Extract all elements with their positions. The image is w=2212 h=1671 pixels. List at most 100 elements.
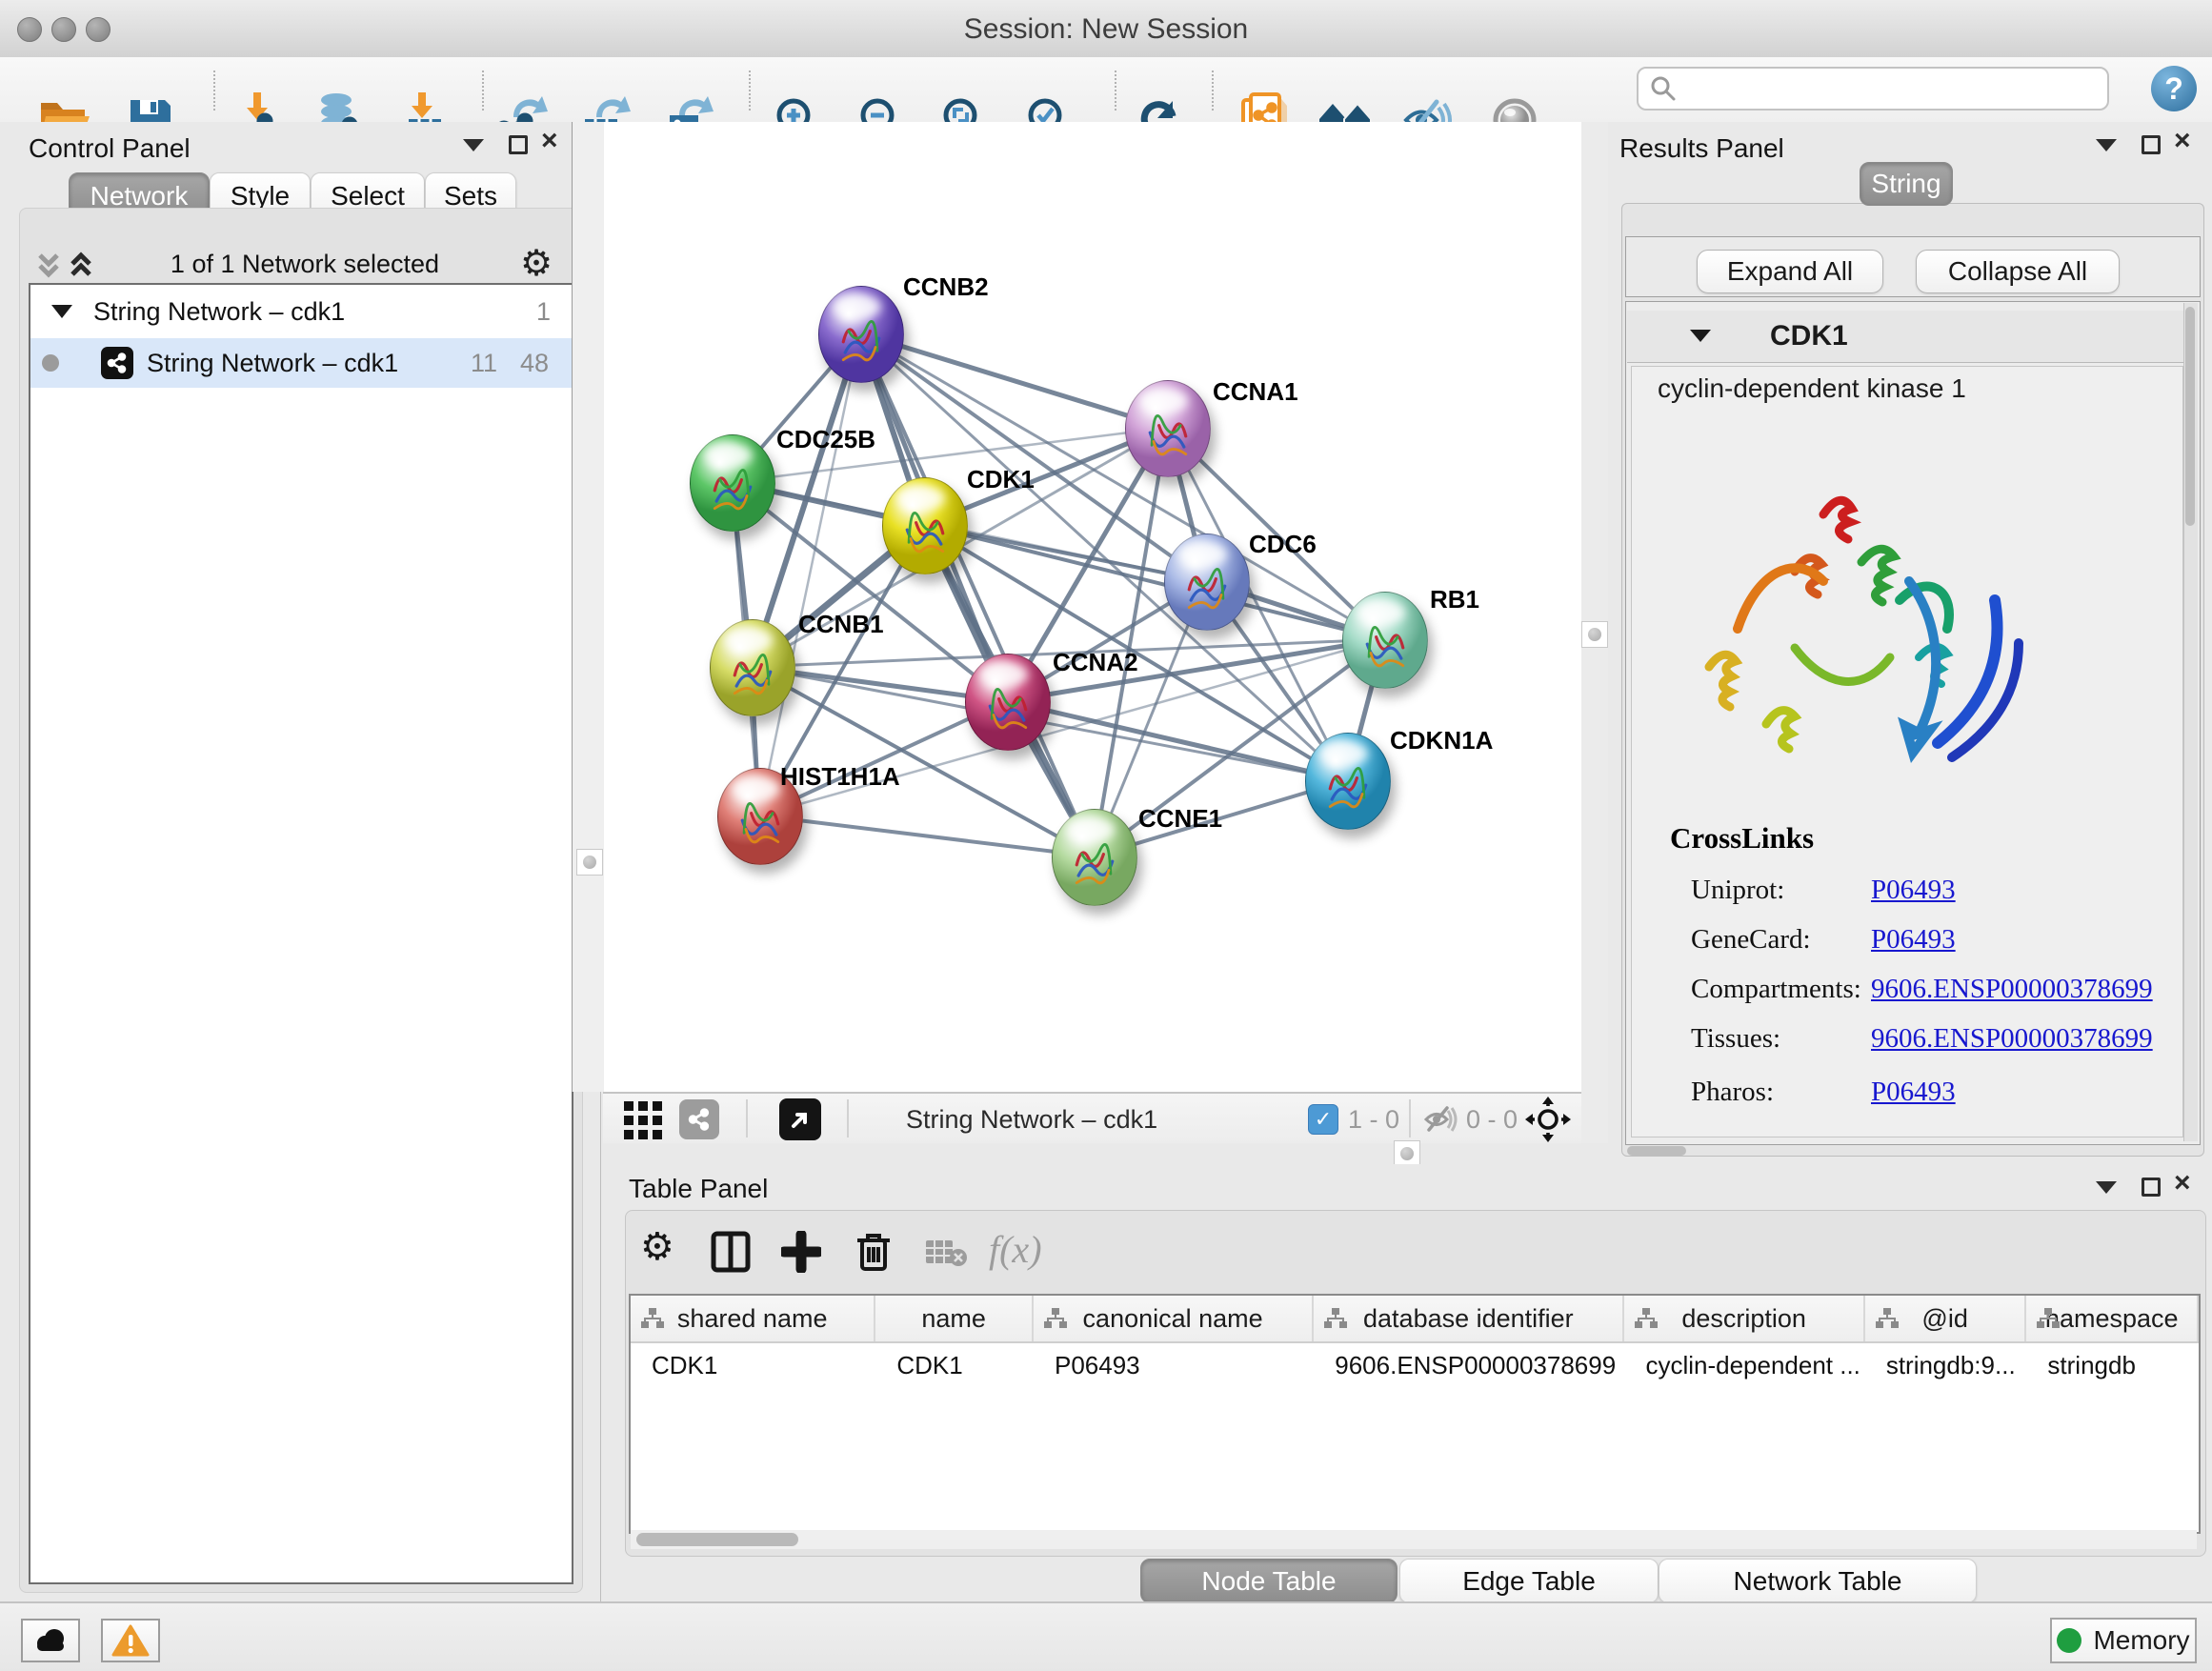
network-options-gear-icon[interactable]: ⚙ bbox=[520, 242, 553, 284]
scrollbar-thumb[interactable] bbox=[636, 1533, 798, 1546]
network-node-CDK1[interactable] bbox=[882, 477, 968, 574]
string-share-button[interactable] bbox=[679, 1099, 719, 1139]
add-column-icon[interactable] bbox=[781, 1231, 821, 1273]
gene-section-header[interactable]: CDK1 bbox=[1627, 311, 2197, 363]
gene-description: cyclin-dependent kinase 1 bbox=[1658, 373, 1966, 404]
network-node-CCNA2[interactable] bbox=[965, 654, 1051, 751]
selected-checkbox[interactable]: ✓ bbox=[1308, 1104, 1338, 1135]
network-node-RB1[interactable] bbox=[1342, 592, 1428, 689]
fit-crosshair-icon[interactable] bbox=[1525, 1097, 1571, 1142]
network-node-CCNB2[interactable] bbox=[818, 286, 904, 383]
toolbar-separator bbox=[1115, 70, 1116, 111]
network-node-CCNA1[interactable] bbox=[1125, 380, 1211, 477]
table-cell[interactable]: cyclin-dependent ... bbox=[1624, 1343, 1864, 1387]
netbar-separator bbox=[847, 1099, 849, 1137]
table-horizontal-scrollbar[interactable] bbox=[631, 1530, 2197, 1549]
results-horizontal-scrollbar-thumb[interactable] bbox=[1627, 1146, 1686, 1156]
hidden-counts: 0 - 0 bbox=[1466, 1105, 1518, 1135]
node-label-HIST1H1A: HIST1H1A bbox=[780, 762, 900, 792]
splitter-grab-handle[interactable] bbox=[576, 849, 603, 876]
search-input[interactable] bbox=[1637, 67, 2109, 111]
tab-string-results[interactable]: String bbox=[1860, 162, 1953, 206]
expand-all-networks-icon[interactable] bbox=[67, 250, 95, 280]
column-header[interactable]: namespace bbox=[2026, 1296, 2199, 1341]
network-node-CCNB1[interactable] bbox=[710, 619, 795, 716]
crosslink-genecard-link[interactable]: P06493 bbox=[1871, 924, 1956, 956]
network-node-CDKN1A[interactable] bbox=[1305, 733, 1391, 830]
column-header[interactable]: shared name bbox=[631, 1296, 875, 1341]
protein-structure-image bbox=[1680, 457, 2052, 819]
table-options-gear-icon[interactable]: ⚙ bbox=[640, 1225, 674, 1269]
crosslinks-title: CrossLinks bbox=[1670, 821, 1814, 856]
warnings-button[interactable] bbox=[101, 1619, 160, 1662]
collapse-all-networks-icon[interactable] bbox=[34, 250, 63, 280]
column-label: description bbox=[1681, 1304, 1806, 1334]
open-in-new-window-button[interactable] bbox=[779, 1098, 821, 1140]
panel-maximize-icon[interactable] bbox=[2142, 135, 2161, 154]
column-header[interactable]: @id bbox=[1865, 1296, 2027, 1341]
crosslink-compartments-link[interactable]: 9606.ENSP00000378699 bbox=[1871, 974, 2153, 1005]
panel-float-icon[interactable] bbox=[463, 139, 484, 151]
table-cell[interactable]: P06493 bbox=[1034, 1343, 1314, 1387]
tree-expander-icon[interactable] bbox=[51, 305, 72, 318]
delete-column-trash-icon[interactable] bbox=[855, 1229, 892, 1273]
tab-node-table[interactable]: Node Table bbox=[1140, 1559, 1398, 1603]
table-cell[interactable]: stringdb bbox=[2026, 1343, 2199, 1387]
panel-float-icon[interactable] bbox=[2096, 1181, 2117, 1194]
memory-label: Memory bbox=[2093, 1625, 2189, 1656]
network-node-CDC25B[interactable] bbox=[690, 434, 775, 532]
help-button[interactable]: ? bbox=[2151, 66, 2197, 111]
apply-function-fx-icon[interactable]: f(x) bbox=[989, 1227, 1042, 1272]
left-splitter[interactable] bbox=[572, 122, 604, 1092]
tab-edge-table[interactable]: Edge Table bbox=[1399, 1559, 1659, 1603]
delete-table-icon[interactable] bbox=[924, 1237, 968, 1269]
column-header[interactable]: description bbox=[1624, 1296, 1864, 1341]
network-canvas[interactable]: CCNB2 CCNA1 CDC25B CDK1 CDC6 RB1 CCNB1 C… bbox=[603, 122, 1581, 1092]
node-label-RB1: RB1 bbox=[1430, 585, 1479, 614]
table-cell[interactable]: 9606.ENSP00000378699 bbox=[1314, 1343, 1624, 1387]
table-cell[interactable]: CDK1 bbox=[875, 1343, 1034, 1387]
table-cell[interactable]: CDK1 bbox=[631, 1343, 875, 1387]
panel-close-icon[interactable]: × bbox=[2174, 131, 2191, 151]
panel-float-icon[interactable] bbox=[2096, 139, 2117, 151]
table-row[interactable]: CDK1CDK1P064939606.ENSP00000378699cyclin… bbox=[631, 1343, 2199, 1387]
window-title: Session: New Session bbox=[0, 13, 2212, 46]
node-table: shared namename canonical name database … bbox=[629, 1294, 2201, 1534]
network-node-CCNE1[interactable] bbox=[1052, 809, 1137, 906]
column-header[interactable]: database identifier bbox=[1314, 1296, 1624, 1341]
panel-close-icon[interactable]: × bbox=[541, 131, 558, 151]
crosslink-tissues-link[interactable]: 9606.ENSP00000378699 bbox=[1871, 1023, 2153, 1055]
scrollbar-thumb[interactable] bbox=[2185, 307, 2195, 526]
right-splitter[interactable] bbox=[1581, 122, 1608, 1164]
network-node-CDC6[interactable] bbox=[1164, 534, 1250, 631]
node-label-CCNB2: CCNB2 bbox=[903, 272, 989, 302]
column-header[interactable]: name bbox=[875, 1296, 1034, 1341]
collapse-all-button[interactable]: Collapse All bbox=[1916, 250, 2120, 293]
main-toolbar: ? bbox=[0, 57, 2212, 124]
column-header[interactable]: canonical name bbox=[1034, 1296, 1314, 1341]
network-collection-row[interactable]: String Network – cdk1 1 bbox=[30, 285, 572, 338]
column-label: namespace bbox=[2045, 1304, 2179, 1334]
crosslink-label: GeneCard: bbox=[1691, 924, 1811, 956]
table-panel-title: Table Panel bbox=[629, 1174, 768, 1204]
results-panel-title: Results Panel bbox=[1619, 133, 1784, 164]
memory-button[interactable]: Memory bbox=[2050, 1618, 2197, 1663]
splitter-grab-handle[interactable] bbox=[1581, 621, 1608, 648]
network-edge-count: 48 bbox=[520, 349, 549, 378]
crosslink-pharos-link[interactable]: P06493 bbox=[1871, 1077, 1956, 1108]
cloud-status-button[interactable] bbox=[21, 1619, 80, 1662]
results-vertical-scrollbar[interactable] bbox=[2183, 303, 2198, 1141]
panel-maximize-icon[interactable] bbox=[509, 135, 528, 154]
crosslink-uniprot-link[interactable]: P06493 bbox=[1871, 875, 1956, 906]
splitter-grab-handle[interactable] bbox=[1394, 1140, 1420, 1167]
section-expander-icon[interactable] bbox=[1690, 330, 1711, 342]
network-row-selected[interactable]: String Network – cdk1 11 48 bbox=[30, 338, 572, 388]
birdseye-grid-icon[interactable] bbox=[624, 1101, 662, 1139]
table-cell[interactable]: stringdb:9... bbox=[1865, 1343, 2027, 1387]
split-table-panel-icon[interactable] bbox=[711, 1231, 751, 1273]
panel-maximize-icon[interactable] bbox=[2142, 1178, 2161, 1197]
expand-all-button[interactable]: Expand All bbox=[1697, 250, 1883, 293]
crosslink-label: Tissues: bbox=[1691, 1023, 1780, 1055]
tab-network-table[interactable]: Network Table bbox=[1659, 1559, 1977, 1603]
panel-close-icon[interactable]: × bbox=[2174, 1174, 2191, 1193]
